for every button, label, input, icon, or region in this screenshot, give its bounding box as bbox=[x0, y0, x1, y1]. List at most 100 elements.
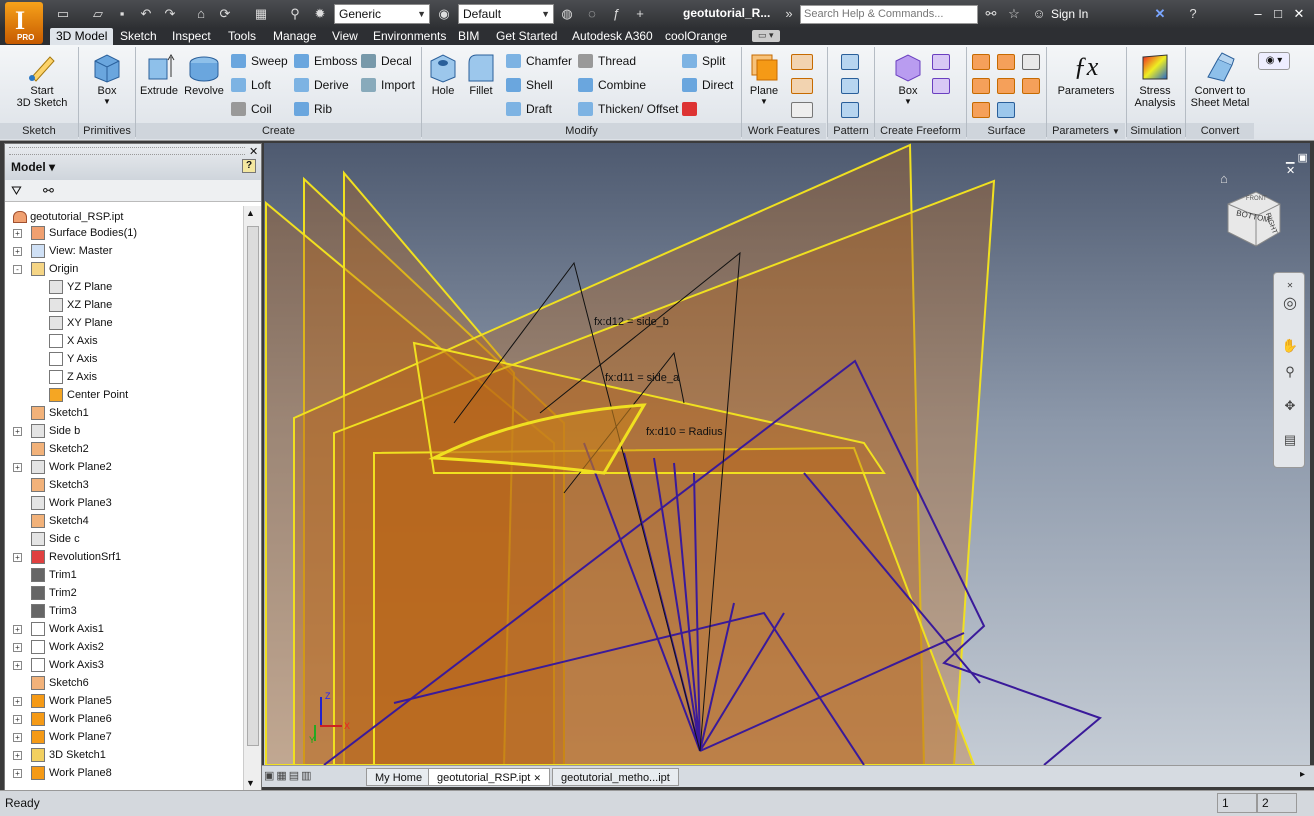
binoculars-icon[interactable]: ⚯ bbox=[983, 6, 999, 22]
minimize-button[interactable]: – bbox=[1249, 6, 1267, 22]
tabs-scroll-icon[interactable]: ▸ bbox=[1300, 769, 1305, 780]
material-dropdown[interactable]: Generic ▼ bbox=[334, 4, 430, 24]
tree-node[interactable]: XY Plane bbox=[49, 314, 113, 332]
tab-autodesk-a360[interactable]: Autodesk A360 bbox=[566, 28, 659, 45]
tree-node[interactable]: + Work Axis2 bbox=[13, 638, 104, 656]
maximize-button[interactable]: □ bbox=[1269, 6, 1287, 22]
tree-node[interactable]: + Work Plane8 bbox=[13, 764, 112, 782]
tree-node[interactable]: + Work Plane6 bbox=[13, 710, 112, 728]
axis-button[interactable] bbox=[791, 52, 813, 70]
tree-node[interactable]: Trim2 bbox=[31, 584, 77, 602]
sculpt-button[interactable] bbox=[972, 76, 990, 94]
rectangular-pattern-button[interactable] bbox=[841, 52, 859, 70]
expand-icon[interactable]: + bbox=[13, 463, 22, 472]
redo-icon[interactable]: ↷ bbox=[162, 6, 178, 22]
dimension-d11[interactable]: fx:d11 = side_a bbox=[605, 372, 679, 384]
circular-pattern-button[interactable] bbox=[841, 76, 859, 94]
orbit-icon[interactable]: ✥ bbox=[1281, 397, 1299, 415]
expand-icon[interactable]: + bbox=[13, 625, 22, 634]
tab-sketch[interactable]: Sketch bbox=[114, 28, 163, 45]
sign-in-button[interactable]: Sign In bbox=[1051, 7, 1088, 21]
scroll-down-icon[interactable]: ▼ bbox=[246, 778, 255, 788]
dimension-d10[interactable]: fx:d10 = Radius bbox=[646, 426, 723, 438]
viewport-window-controls[interactable]: ▁ ▣ ✕ bbox=[1286, 151, 1310, 177]
window-layout-icons[interactable]: ▣▦▤▥ bbox=[264, 769, 360, 786]
filter-icon[interactable]: ⛛ bbox=[11, 183, 22, 199]
fx-icon[interactable]: ƒ bbox=[608, 6, 624, 22]
look-at-icon[interactable]: ▤ bbox=[1281, 431, 1299, 449]
expand-icon[interactable]: + bbox=[13, 553, 22, 562]
edit-form-button[interactable] bbox=[932, 52, 950, 70]
point-button[interactable] bbox=[791, 76, 813, 94]
revolve-button[interactable]: Revolve bbox=[182, 51, 226, 97]
select-icon[interactable]: ▦ bbox=[253, 6, 269, 22]
scroll-up-icon[interactable]: ▲ bbox=[246, 208, 255, 218]
expand-icon[interactable]: + bbox=[13, 715, 22, 724]
expand-icon[interactable]: + bbox=[13, 733, 22, 742]
tree-node[interactable]: Z Axis bbox=[49, 368, 97, 386]
tab-tools[interactable]: Tools bbox=[222, 28, 262, 45]
tree-node[interactable]: Trim3 bbox=[31, 602, 77, 620]
view-cube[interactable]: BOTTOM RIGHT FRONT bbox=[1224, 188, 1284, 248]
tab-bim[interactable]: BIM bbox=[452, 28, 485, 45]
zoom-icon[interactable]: ⚲ bbox=[1281, 363, 1299, 381]
title-expand-icon[interactable]: » bbox=[781, 6, 797, 22]
tree-node[interactable]: Sketch6 bbox=[31, 674, 89, 692]
tree-node[interactable]: + Work Axis1 bbox=[13, 620, 104, 638]
tree-node[interactable]: YZ Plane bbox=[49, 278, 112, 296]
direct-button[interactable]: Direct bbox=[682, 76, 733, 94]
save-icon[interactable]: ▪ bbox=[114, 6, 130, 22]
browser-grip[interactable] bbox=[9, 147, 245, 155]
rib-button[interactable]: Rib bbox=[294, 100, 332, 118]
plane-button[interactable]: Plane ▼ bbox=[744, 51, 784, 106]
expand-icon[interactable]: + bbox=[13, 661, 22, 670]
tree-node[interactable]: Sketch1 bbox=[31, 404, 89, 422]
chamfer-button[interactable]: Chamfer bbox=[506, 52, 572, 70]
home-icon[interactable]: ⌂ bbox=[193, 6, 209, 22]
expand-icon[interactable]: + bbox=[13, 643, 22, 652]
appearance-dropdown[interactable]: Default ▼ bbox=[458, 4, 554, 24]
ribbon-more-button[interactable]: ◉ ▾ bbox=[1258, 52, 1290, 70]
close-button[interactable]: ✕ bbox=[1290, 6, 1308, 22]
ribbon-options-toggle[interactable]: ▭ ▾ bbox=[752, 30, 780, 42]
convert-freeform-button[interactable] bbox=[932, 76, 950, 94]
extend-button[interactable] bbox=[1022, 76, 1040, 94]
tree-node[interactable]: +3D Sketch1 bbox=[13, 746, 106, 764]
tree-node[interactable]: Sketch2 bbox=[31, 440, 89, 458]
delete-face-button[interactable] bbox=[682, 100, 702, 118]
freeform-box-button[interactable]: Box ▼ bbox=[886, 51, 930, 106]
mirror-button[interactable] bbox=[841, 100, 859, 118]
help-icon[interactable]: ? bbox=[242, 159, 256, 173]
tree-node[interactable]: + Work Axis3 bbox=[13, 656, 104, 674]
home-view-icon[interactable]: ⌂ bbox=[1220, 171, 1228, 186]
expand-icon[interactable]: + bbox=[13, 769, 22, 778]
pan-icon[interactable]: ✋ bbox=[1281, 337, 1299, 355]
tree-node[interactable]: Y Axis bbox=[49, 350, 97, 368]
emboss-button[interactable]: Emboss bbox=[294, 52, 357, 70]
navbar-close-icon[interactable]: ✕ bbox=[1281, 277, 1299, 295]
tree-node[interactable]: + Surface Bodies(1) bbox=[13, 224, 137, 242]
new-file-icon[interactable]: ▭ bbox=[55, 6, 71, 22]
update-icon[interactable]: ⟳ bbox=[217, 6, 233, 22]
ucs-button[interactable] bbox=[791, 100, 813, 118]
expand-icon[interactable]: + bbox=[13, 751, 22, 760]
tree-node[interactable]: + Work Plane2 bbox=[13, 458, 112, 476]
tree-node[interactable]: + Work Plane7 bbox=[13, 728, 112, 746]
tree-node[interactable]: Trim1 bbox=[31, 566, 77, 584]
tab-my-home[interactable]: My Home bbox=[366, 768, 432, 786]
split-button[interactable]: Split bbox=[682, 52, 725, 70]
tab-3d-model[interactable]: 3D Model bbox=[50, 28, 114, 45]
scrollbar-thumb[interactable] bbox=[247, 226, 259, 746]
stitch-button[interactable] bbox=[1022, 52, 1040, 70]
patch-button[interactable] bbox=[997, 52, 1015, 70]
user-icon[interactable]: ☺ bbox=[1031, 6, 1047, 22]
start-3d-sketch-button[interactable]: Start 3D Sketch bbox=[10, 51, 74, 109]
decal-button[interactable]: Decal bbox=[361, 52, 412, 70]
tab-get-started[interactable]: Get Started bbox=[490, 28, 563, 45]
convert-sheet-metal-button[interactable]: Convert to Sheet Metal bbox=[1188, 51, 1252, 109]
fillet-button[interactable]: Fillet bbox=[463, 51, 499, 97]
binoculars-icon[interactable]: ⚯ bbox=[43, 183, 54, 199]
settings-icon[interactable]: ✹ bbox=[312, 6, 328, 22]
surface-thicken-button[interactable] bbox=[972, 52, 990, 70]
tab-inspect[interactable]: Inspect bbox=[166, 28, 217, 45]
